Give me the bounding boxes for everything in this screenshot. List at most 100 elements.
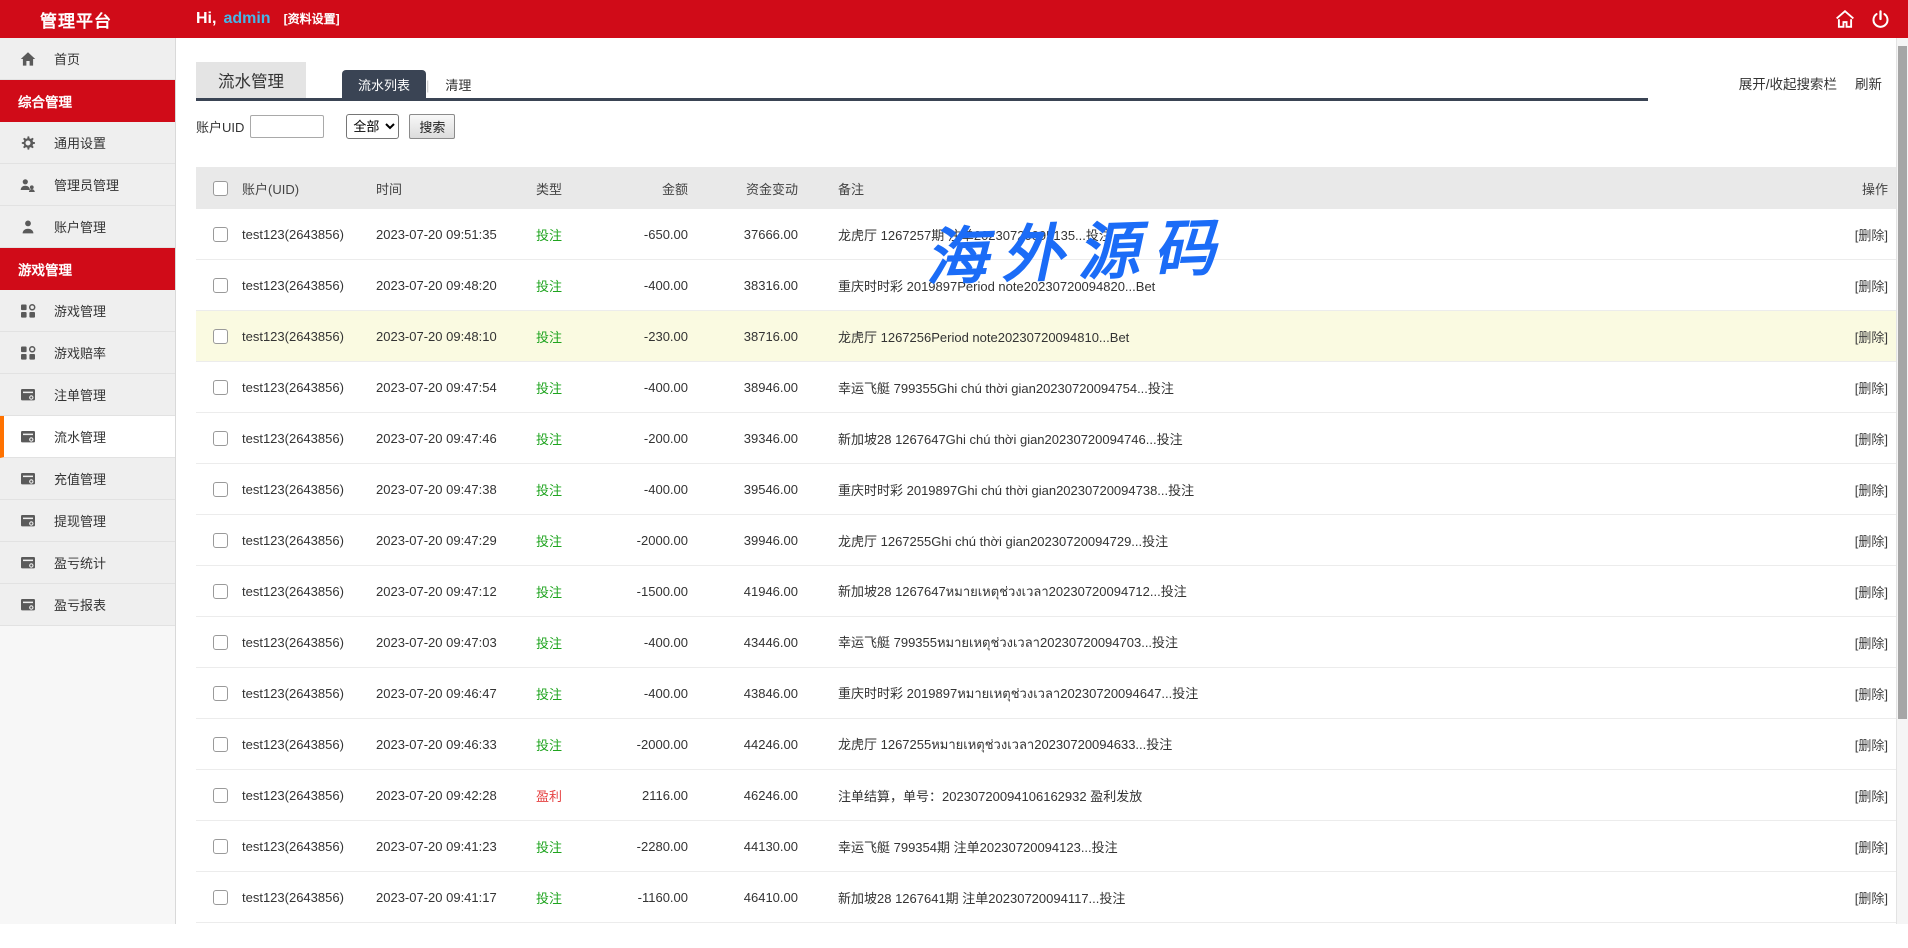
- delete-link[interactable]: [删除]: [1855, 534, 1888, 549]
- sidebar-item-注单管理[interactable]: 注单管理: [0, 374, 175, 416]
- cell-type: 投注: [536, 633, 626, 652]
- cell-remark: 龙虎厅 1267256Period note20230720094810...B…: [838, 327, 1806, 346]
- cell-remark: 新加坡28 1267647Ghi chú thời gian2023072009…: [838, 429, 1806, 448]
- table-row: test123(2643856) 2023-07-20 09:48:10 投注 …: [196, 311, 1896, 362]
- app-title: 管理平台: [0, 7, 176, 32]
- row-checkbox[interactable]: [213, 737, 228, 752]
- sidebar-item-盈亏统计[interactable]: 盈亏统计: [0, 542, 175, 584]
- row-checkbox[interactable]: [213, 329, 228, 344]
- cell-balance: 41946.00: [688, 584, 798, 599]
- row-checkbox[interactable]: [213, 227, 228, 242]
- tab-flow-list[interactable]: 流水列表: [342, 70, 426, 98]
- sidebar-item-label: 盈亏报表: [54, 595, 106, 614]
- table-row: test123(2643856) 2023-07-20 09:47:46 投注 …: [196, 413, 1896, 464]
- cell-account: test123(2643856): [242, 686, 376, 701]
- sidebar-item-充值管理[interactable]: 充值管理: [0, 458, 175, 500]
- cell-remark: 幸运飞艇 799355Ghi chú thời gian202307200947…: [838, 378, 1806, 397]
- cell-account: test123(2643856): [242, 533, 376, 548]
- report-icon: [18, 597, 38, 613]
- sidebar-item-label: 首页: [54, 49, 80, 68]
- scrollbar-thumb[interactable]: [1898, 46, 1907, 719]
- cell-type: 投注: [536, 378, 626, 397]
- delete-link[interactable]: [删除]: [1855, 228, 1888, 243]
- cell-remark: 龙虎厅 1267255Ghi chú thời gian202307200947…: [838, 531, 1806, 550]
- row-checkbox[interactable]: [213, 788, 228, 803]
- cell-type: 投注: [536, 582, 626, 601]
- logout-power-icon[interactable]: [1871, 10, 1890, 29]
- delete-link[interactable]: [删除]: [1855, 789, 1888, 804]
- sidebar: 首页 综合管理 通用设置 管理员管理 账户管理 游戏管理 游戏管理 游戏赔率 注…: [0, 38, 176, 924]
- tab-cleanup[interactable]: 清理: [429, 70, 487, 98]
- table-row: test123(2643856) 2023-07-20 09:47:29 投注 …: [196, 515, 1896, 566]
- delete-link[interactable]: [删除]: [1855, 432, 1888, 447]
- tab-strip-actions: 展开/收起搜索栏 刷新: [1739, 73, 1882, 93]
- cell-remark: 重庆时时彩 2019897Ghi chú thời gian2023072009…: [838, 480, 1806, 499]
- sidebar-item-通用设置[interactable]: 通用设置: [0, 122, 175, 164]
- row-checkbox[interactable]: [213, 278, 228, 293]
- row-checkbox[interactable]: [213, 890, 228, 905]
- cell-balance: 43446.00: [688, 635, 798, 650]
- search-bar: 账户UID 全部 搜索: [196, 113, 1896, 140]
- cell-balance: 38716.00: [688, 329, 798, 344]
- search-button[interactable]: 搜索: [409, 114, 455, 139]
- table-body: test123(2643856) 2023-07-20 09:51:35 投注 …: [196, 209, 1896, 923]
- row-checkbox[interactable]: [213, 482, 228, 497]
- cell-account: test123(2643856): [242, 380, 376, 395]
- select-all-checkbox[interactable]: [213, 181, 228, 196]
- sidebar-item-游戏赔率[interactable]: 游戏赔率: [0, 332, 175, 374]
- row-checkbox[interactable]: [213, 839, 228, 854]
- delete-link[interactable]: [删除]: [1855, 738, 1888, 753]
- cell-account: test123(2643856): [242, 737, 376, 752]
- page-scrollbar[interactable]: [1896, 38, 1908, 924]
- sidebar-item-账户管理[interactable]: 账户管理: [0, 206, 175, 248]
- cell-amount: -2000.00: [626, 533, 688, 548]
- sidebar-item-流水管理[interactable]: 流水管理: [0, 416, 175, 458]
- delete-link[interactable]: [删除]: [1855, 636, 1888, 651]
- sidebar-item-游戏管理[interactable]: 游戏管理: [0, 290, 175, 332]
- cell-account: test123(2643856): [242, 431, 376, 446]
- report-icon: [18, 387, 38, 403]
- delete-link[interactable]: [删除]: [1855, 687, 1888, 702]
- row-checkbox[interactable]: [213, 431, 228, 446]
- cell-time: 2023-07-20 09:41:23: [376, 839, 536, 854]
- cell-account: test123(2643856): [242, 584, 376, 599]
- delete-link[interactable]: [删除]: [1855, 891, 1888, 906]
- row-checkbox[interactable]: [213, 635, 228, 650]
- grid-icon: [18, 303, 38, 319]
- profile-settings-link[interactable]: [资料设置]: [284, 10, 340, 27]
- cell-type: 投注: [536, 531, 626, 550]
- delete-link[interactable]: [删除]: [1855, 483, 1888, 498]
- cell-amount: -400.00: [626, 686, 688, 701]
- cell-remark: 幸运飞艇 799355หมายเหตุช่วงเวลา2023072009470…: [838, 632, 1806, 653]
- cell-remark: 幸运飞艇 799354期 注单20230720094123...投注: [838, 837, 1806, 856]
- table-row: test123(2643856) 2023-07-20 09:46:47 投注 …: [196, 668, 1896, 719]
- home-icon[interactable]: [1835, 10, 1855, 28]
- delete-link[interactable]: [删除]: [1855, 840, 1888, 855]
- delete-link[interactable]: [删除]: [1855, 279, 1888, 294]
- sidebar-section-label: 综合管理: [18, 91, 72, 111]
- uid-input[interactable]: [250, 115, 324, 138]
- row-checkbox[interactable]: [213, 380, 228, 395]
- refresh-link[interactable]: 刷新: [1855, 73, 1882, 93]
- sidebar-menu: 首页 综合管理 通用设置 管理员管理 账户管理 游戏管理 游戏管理 游戏赔率 注…: [0, 38, 175, 626]
- report-icon: [18, 471, 38, 487]
- row-checkbox[interactable]: [213, 686, 228, 701]
- delete-link[interactable]: [删除]: [1855, 381, 1888, 396]
- table-row: test123(2643856) 2023-07-20 09:51:35 投注 …: [196, 209, 1896, 260]
- sidebar-item-首页[interactable]: 首页: [0, 38, 175, 80]
- cell-remark: 注单结算，单号：20230720094106162932 盈利发放: [838, 786, 1806, 805]
- row-checkbox[interactable]: [213, 584, 228, 599]
- cell-remark: 龙虎厅 1267257期 注单20230720095135...投注: [838, 225, 1806, 244]
- sidebar-item-label: 充值管理: [54, 469, 106, 488]
- type-filter-select[interactable]: 全部: [346, 114, 399, 139]
- toggle-search-link[interactable]: 展开/收起搜索栏: [1739, 73, 1837, 93]
- delete-link[interactable]: [删除]: [1855, 585, 1888, 600]
- sidebar-item-管理员管理[interactable]: 管理员管理: [0, 164, 175, 206]
- table-row: test123(2643856) 2023-07-20 09:41:17 投注 …: [196, 872, 1896, 923]
- sidebar-item-盈亏报表[interactable]: 盈亏报表: [0, 584, 175, 626]
- sidebar-item-提现管理[interactable]: 提现管理: [0, 500, 175, 542]
- cell-account: test123(2643856): [242, 278, 376, 293]
- username[interactable]: admin: [223, 10, 270, 28]
- delete-link[interactable]: [删除]: [1855, 330, 1888, 345]
- row-checkbox[interactable]: [213, 533, 228, 548]
